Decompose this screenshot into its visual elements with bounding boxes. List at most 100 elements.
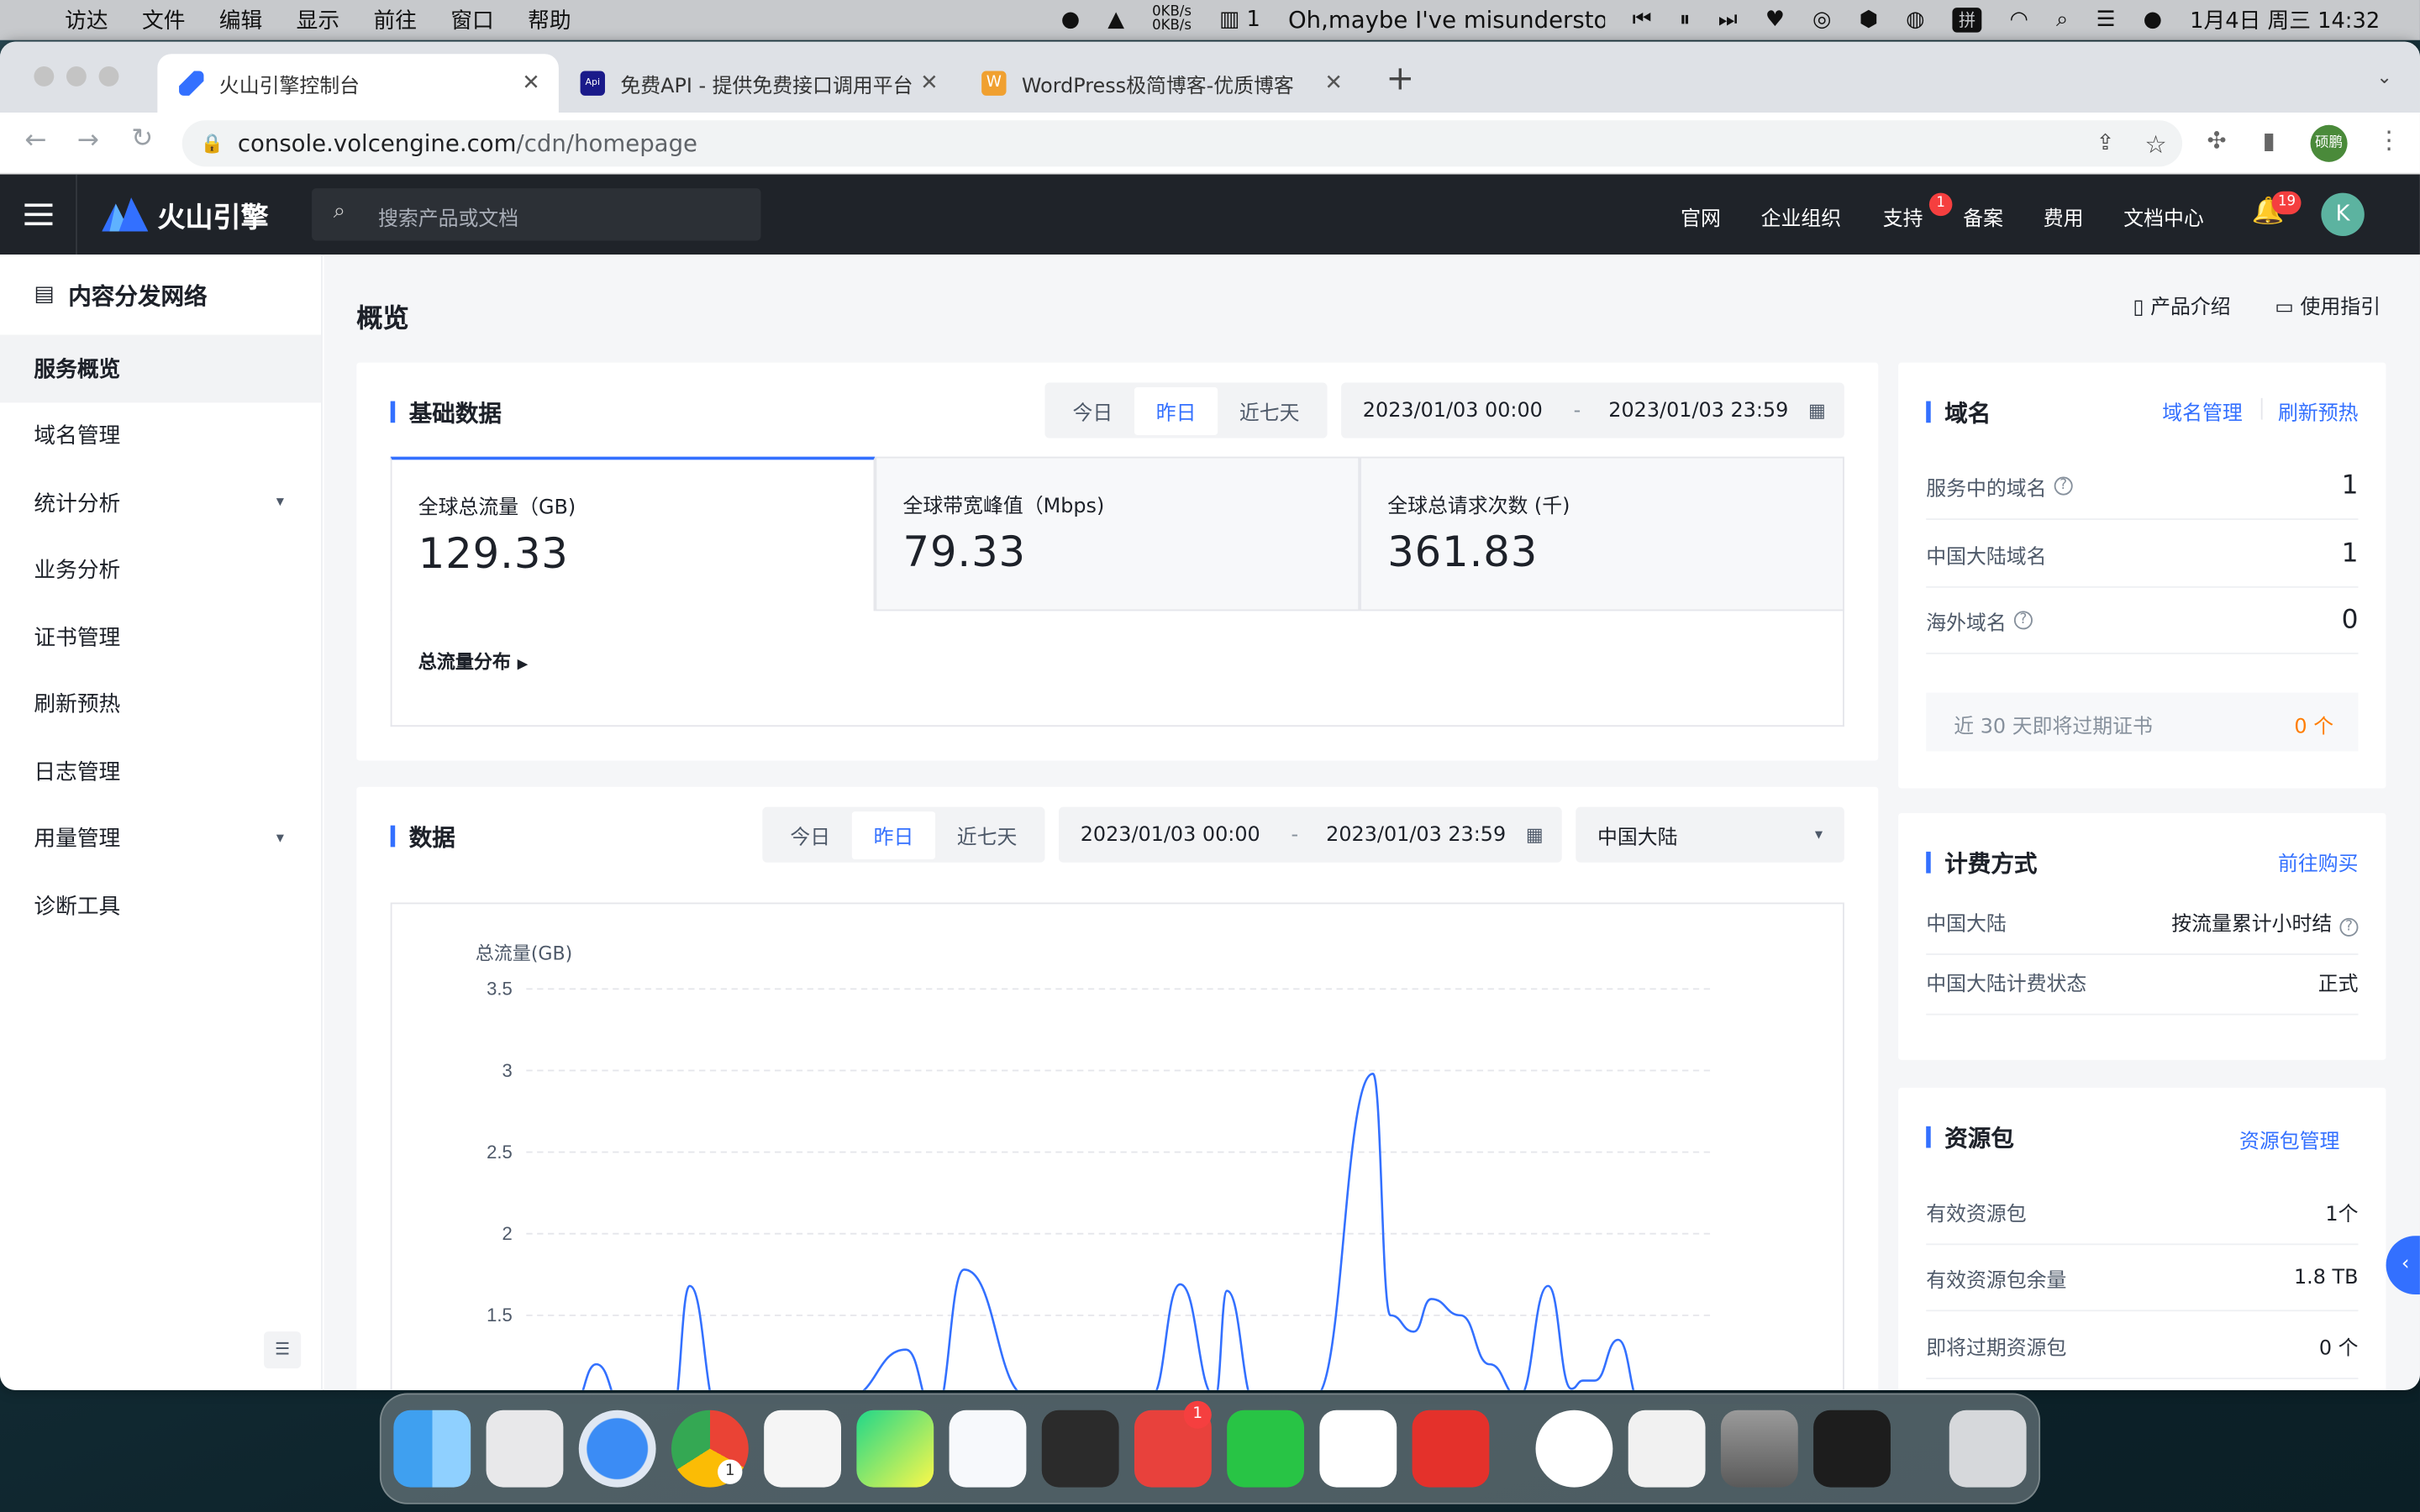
url-field[interactable]: 🔒 console.volcengine.com/cdn/homepage ⇪ …	[182, 120, 2183, 167]
range-7days[interactable]: 近七天	[935, 811, 1039, 858]
traffic-distribution-toggle[interactable]: 总流量分布 ▶	[418, 648, 529, 674]
usage-guide-link[interactable]: ▭ 使用指引	[2275, 290, 2381, 320]
tab-close-icon[interactable]: ✕	[920, 71, 939, 95]
new-tab-button[interactable]: +	[1386, 60, 1414, 99]
dock-baidunetdisk-icon[interactable]	[949, 1410, 1027, 1488]
dock-wechat-icon[interactable]	[1227, 1410, 1305, 1488]
product-intro-link[interactable]: ▯ 产品介绍	[2133, 290, 2230, 320]
dock-vscode-icon[interactable]	[764, 1410, 842, 1488]
range-yesterday[interactable]: 昨日	[851, 811, 936, 859]
nav-link-filing[interactable]: 备案	[1963, 202, 2003, 232]
domain-manage-link[interactable]: 域名管理	[2162, 396, 2243, 426]
menu-window[interactable]: 窗口	[450, 5, 493, 36]
menu-edit[interactable]: 编辑	[219, 5, 262, 36]
browser-menu-icon[interactable]: ⋮	[2377, 125, 2402, 155]
metric-total-requests[interactable]: 全球总请求次数 (千) 361.83	[1360, 456, 1844, 612]
nav-link-support[interactable]: 支持	[1883, 202, 1923, 232]
menu-file[interactable]: 文件	[142, 5, 185, 36]
package-manage-link[interactable]: 资源包管理	[2239, 1125, 2339, 1154]
menu-finder[interactable]: 访达	[65, 5, 108, 36]
next-track-icon[interactable]: ⏭	[1718, 8, 1738, 32]
menu-go[interactable]: 前往	[373, 5, 416, 36]
dock-netease-music-icon[interactable]	[1412, 1410, 1490, 1488]
sidebar-item-diagnostics[interactable]: 诊断工具	[0, 872, 321, 939]
siri-icon[interactable]: ●	[2144, 8, 2162, 32]
dock-terminal-icon[interactable]	[1813, 1410, 1891, 1488]
dock-textedit-icon[interactable]	[1628, 1410, 1706, 1488]
purchase-link[interactable]: 前往购买	[2278, 847, 2359, 877]
wifi-icon[interactable]: ◠	[2010, 8, 2028, 32]
traffic-series-line[interactable]	[526, 1073, 1700, 1390]
ime-indicator[interactable]: 拼	[1952, 8, 1982, 33]
tab-close-icon[interactable]: ✕	[1324, 71, 1343, 95]
spotlight-icon[interactable]: ⌕	[2056, 8, 2068, 32]
zoom-window-button[interactable]	[98, 66, 119, 87]
shield-icon[interactable]: ⬢	[1860, 8, 1878, 32]
sidebar-item-usage[interactable]: 用量管理 ▾	[0, 805, 321, 872]
dock-launchpad-icon[interactable]	[486, 1410, 564, 1488]
prev-track-icon[interactable]: ⏮	[1633, 8, 1652, 32]
help-icon[interactable]: ?	[2339, 916, 2359, 936]
forward-icon[interactable]: →	[77, 125, 99, 156]
range-yesterday[interactable]: 昨日	[1134, 386, 1218, 435]
cat-tray-icon[interactable]: ▲	[1107, 8, 1124, 32]
nav-link-org[interactable]: 企业组织	[1761, 202, 1842, 232]
range-today[interactable]: 今日	[769, 811, 852, 858]
netease-icon[interactable]: ◎	[1812, 8, 1831, 32]
sidebar-item-overview[interactable]: 服务概览	[0, 334, 322, 402]
tab-search-icon[interactable]: ⌄	[2376, 66, 2391, 88]
dock-qq-icon[interactable]	[1319, 1410, 1397, 1488]
sidebar-item-domains[interactable]: 域名管理	[0, 402, 321, 469]
tab-close-icon[interactable]: ✕	[522, 71, 540, 95]
clock[interactable]: 1月4日 周三 14:32	[2190, 5, 2380, 36]
sidebar-item-business[interactable]: 业务分析	[0, 536, 321, 603]
pause-icon[interactable]: ⏸	[1680, 8, 1691, 32]
sidebar-item-logs[interactable]: 日志管理	[0, 738, 321, 805]
control-center-icon[interactable]: ☰	[2096, 8, 2116, 32]
refresh-preheat-link[interactable]: 刷新预热	[2278, 396, 2359, 426]
tab-free-api[interactable]: Api 免费API - 提供免费接口调用平台 ✕	[559, 54, 957, 113]
range-today[interactable]: 今日	[1051, 386, 1134, 434]
minimize-window-button[interactable]	[66, 66, 87, 87]
metric-peak-bandwidth[interactable]: 全球带宽峰值（Mbps) 79.33	[875, 456, 1360, 612]
hamburger-icon[interactable]	[0, 174, 77, 255]
expiring-cert-box[interactable]: 近 30 天即将过期证书 0 个	[1926, 692, 2359, 752]
bookmark-star-icon[interactable]: ☆	[2144, 129, 2166, 158]
basic-date-range-picker[interactable]: 2023/01/03 00:00-2023/01/03 23:59 ▦	[1341, 382, 1844, 438]
dock-finder-icon[interactable]	[393, 1410, 471, 1488]
dock-zenterm-icon[interactable]	[1041, 1410, 1119, 1488]
profile-avatar[interactable]: 硕鹏	[2310, 124, 2348, 162]
dock-pycharm-icon[interactable]	[856, 1410, 934, 1488]
expand-panel-button[interactable]: ‹	[2386, 1236, 2420, 1294]
close-window-button[interactable]	[34, 66, 55, 87]
nav-link-official[interactable]: 官网	[1681, 202, 1721, 232]
menu-help[interactable]: 帮助	[528, 5, 571, 36]
qq-tray-icon[interactable]: ●	[1061, 8, 1080, 32]
sidebar-item-refresh[interactable]: 刷新预热	[0, 670, 321, 738]
dock-trash-icon[interactable]	[1949, 1410, 2027, 1488]
nav-link-billing[interactable]: 费用	[2044, 202, 2084, 232]
metric-total-traffic[interactable]: 全球总流量（GB) 129.33	[390, 456, 876, 612]
search-box[interactable]: ⌕ 搜索产品或文档	[312, 188, 761, 241]
collapse-sidebar-icon[interactable]: ☰	[264, 1331, 302, 1369]
range-7days[interactable]: 近七天	[1218, 386, 1321, 434]
back-icon[interactable]: ←	[24, 125, 46, 156]
help-icon[interactable]: ?	[2054, 476, 2073, 496]
dock-safari-icon[interactable]	[578, 1410, 656, 1488]
data-date-range-picker[interactable]: 2023/01/03 00:00-2023/01/03 23:59 ▦	[1058, 806, 1562, 863]
region-select[interactable]: 中国大陆 ▾	[1576, 806, 1844, 863]
brand-name[interactable]: 火山引擎	[157, 196, 268, 236]
dock-mail-icon[interactable]	[1535, 1410, 1613, 1488]
extensions-icon[interactable]: ✣	[2207, 127, 2226, 155]
dock-database-icon[interactable]	[1720, 1410, 1798, 1488]
nav-link-docs[interactable]: 文档中心	[2123, 202, 2204, 232]
sidebar-item-certs[interactable]: 证书管理	[0, 603, 321, 670]
menu-view[interactable]: 显示	[297, 5, 339, 36]
tab-volcengine[interactable]: 火山引擎控制台 ✕	[157, 54, 559, 113]
sidebar-item-statistics[interactable]: 统计分析 ▾	[0, 469, 321, 536]
tab-wordpress[interactable]: W WordPress极简博客-优质博客 ✕	[960, 54, 1361, 113]
reload-icon[interactable]: ↻	[131, 123, 153, 155]
help-icon[interactable]: ?	[2013, 611, 2033, 630]
music-tray[interactable]: ▥ 1	[1219, 8, 1260, 32]
heart-icon[interactable]: ♥	[1765, 8, 1785, 32]
